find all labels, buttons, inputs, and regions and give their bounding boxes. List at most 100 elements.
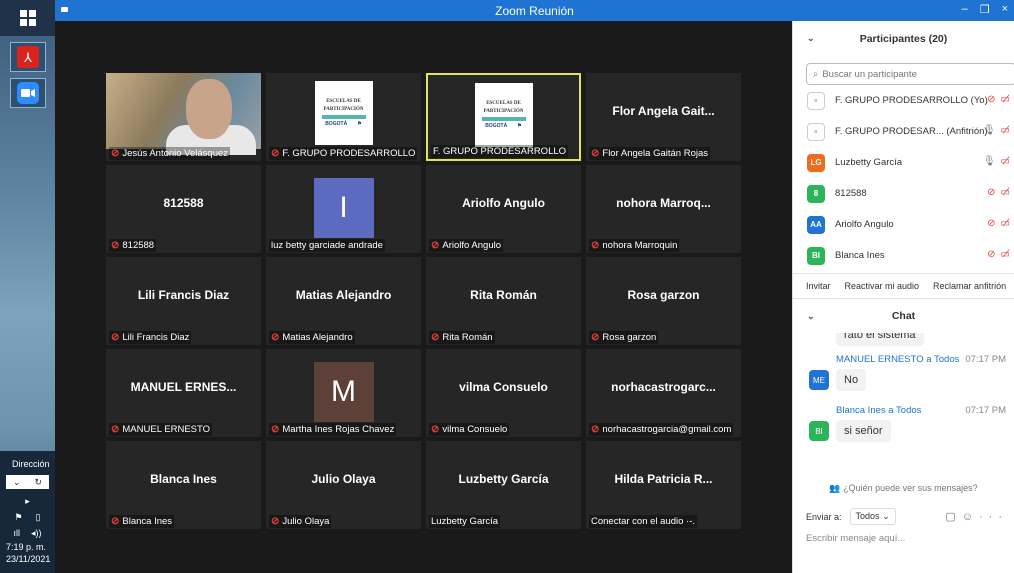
participant-name: Blanca Ines xyxy=(122,516,173,527)
participant-logo: ESCUELAS DE PARTICIPACIÓN BOGOTÁ ⚑ xyxy=(314,81,373,145)
participant-name-label: ⊘ Flor Angela Gaitán Rojas xyxy=(589,147,711,160)
participant-name-label: luz betty garciade andrade xyxy=(269,239,385,252)
participant-tile[interactable]: Julio Olaya ⊘ Julio Olaya xyxy=(266,441,421,529)
send-to-dropdown[interactable]: Todos ⌄ xyxy=(849,508,896,525)
participant-row[interactable]: ≡ F. GRUPO PRODESARROLLO (Yo) ⊘ ▭̸ xyxy=(793,85,1014,116)
send-to-label: Enviar a: xyxy=(806,511,842,522)
participant-tile[interactable]: vilma Consuelo ⊘ vilma Consuelo xyxy=(426,349,581,437)
clock[interactable]: 7:19 p. m. 23/11/2021 xyxy=(0,541,55,565)
flag-icon[interactable]: ⚑ xyxy=(14,512,22,523)
participant-name-label: ⊘ Martha Ines Rojas Chavez xyxy=(269,423,397,436)
zoom-icon xyxy=(16,82,39,104)
claim-host-button[interactable]: Reclamar anfitrión xyxy=(933,281,1006,291)
emoji-icon[interactable]: ☺ xyxy=(962,511,979,523)
chat-compose-input[interactable]: Escribir mensaje aquí... xyxy=(793,525,1014,552)
participant-search-input[interactable]: ⌕ Buscar un participante xyxy=(806,63,1014,85)
participant-tile[interactable]: Rosa garzon ⊘ Rosa garzon xyxy=(586,257,741,345)
taskbar-acrobat-button[interactable]: ⅄ xyxy=(9,42,46,72)
logo-mark: ⚑ xyxy=(357,121,362,127)
participant-name: 812588 xyxy=(122,240,155,251)
participant-row[interactable]: 8 812588 ⊘ ▭̸ xyxy=(793,178,1014,209)
mic-muted-icon[interactable]: ⊘ xyxy=(987,94,995,105)
file-icon[interactable]: ▢ xyxy=(945,511,961,523)
participant-logo: ESCUELAS DE PARTICIPACIÓN BOGOTÁ ⚑ xyxy=(474,83,533,147)
participant-tile[interactable]: ⊘ Jesús Antonio Velásquez xyxy=(106,73,261,161)
participant-tile[interactable]: Ariolfo Angulo ⊘ Ariolfo Angulo xyxy=(426,165,581,253)
who-can-see-link[interactable]: 👥 ¿Quién puede ver sus mensajes? xyxy=(793,483,1014,494)
participant-tile[interactable]: norhacastrogarc... ⊘ norhacastrogarcia@gma… xyxy=(586,349,741,437)
participant-name-label: ⊘ vilma Consuelo xyxy=(429,423,510,436)
invite-button[interactable]: Invitar xyxy=(806,281,831,291)
side-panel: ⌄ Participantes (20) ⌕ Buscar un partici… xyxy=(792,21,1014,573)
microphone-icon[interactable]: 🎙 xyxy=(983,125,996,136)
video-off-icon[interactable]: ▭̸ xyxy=(1001,218,1010,229)
participant-tile[interactable]: Luzbetty García Luzbetty García xyxy=(426,441,581,529)
microphone-icon[interactable]: 🎙 xyxy=(983,156,996,167)
participant-tile[interactable]: Blanca Ines ⊘ Blanca Ines xyxy=(106,441,261,529)
participant-name: Rosa garzon xyxy=(602,332,657,343)
compose-placeholder: Escribir mensaje aquí... xyxy=(806,533,906,544)
mic-muted-icon[interactable]: ⊘ xyxy=(987,249,995,260)
video-face xyxy=(186,79,232,139)
participant-tile[interactable]: ESCUELAS DE PARTICIPACIÓN BOGOTÁ ⚑ ⊘ F. GRUPO… xyxy=(266,73,421,161)
chat-collapse-chevron-icon[interactable]: ⌄ xyxy=(807,311,815,322)
participant-name-label: ⊘ Matias Alejandro xyxy=(269,331,355,344)
participant-name-label: ⊘ 812588 xyxy=(109,239,157,252)
participant-tile[interactable]: Iluz betty garciade andrade xyxy=(266,165,421,253)
participant-row-name: 812588 xyxy=(835,188,867,199)
restore-button[interactable]: ❐ xyxy=(980,3,990,16)
participant-row[interactable]: BI Blanca Ines ⊘ ▭̸ xyxy=(793,240,1014,271)
video-off-icon[interactable]: ▭̸ xyxy=(1001,156,1010,167)
participant-tile[interactable]: 812588 ⊘ 812588 xyxy=(106,165,261,253)
tray-dropdown[interactable]: ⌄ ↻ xyxy=(6,475,49,489)
partial-message-text: rato el sistema xyxy=(836,333,924,346)
video-off-icon[interactable]: ▭̸ xyxy=(1001,94,1010,105)
video-off-icon[interactable]: ▭̸ xyxy=(1001,187,1010,198)
participant-tile[interactable]: Hilda Patricia R... Conectar con el audio… xyxy=(586,441,741,529)
volume-icon[interactable]: ◂)) xyxy=(31,528,42,539)
battery-icon[interactable]: ▯ xyxy=(36,512,41,523)
mic-muted-icon: ⊘ xyxy=(591,148,600,159)
minimize-button[interactable]: – xyxy=(962,3,968,16)
participant-name: Flor Angela Gaitán Rojas xyxy=(602,148,709,159)
participant-name: F. GRUPO PRODESARROLLO xyxy=(433,146,567,157)
participant-avatar: M xyxy=(313,362,374,422)
participant-tile[interactable]: MANUEL ERNES... ⊘ MANUEL ERNESTO xyxy=(106,349,261,437)
message-sender[interactable]: MANUEL ERNESTO a Todos xyxy=(836,354,959,365)
participant-tile[interactable]: M ⊘ Martha Ines Rojas Chavez xyxy=(266,349,421,437)
participant-tile[interactable]: nohora Marroq... ⊘ nohora Marroquin xyxy=(586,165,741,253)
taskbar-zoom-button[interactable] xyxy=(9,78,46,108)
windows-start-button[interactable] xyxy=(0,0,55,36)
more-icon[interactable]: ··· xyxy=(979,511,1008,523)
participant-avatar: ≡ xyxy=(807,91,825,110)
message-sender[interactable]: Blanca Ines a Todos xyxy=(836,405,921,416)
participant-tile[interactable]: Rita Román ⊘ Rita Román xyxy=(426,257,581,345)
tray-expand-icon[interactable]: ▸ xyxy=(25,496,30,507)
participant-name-label: ⊘ Ariolfo Angulo xyxy=(429,239,504,252)
video-off-icon[interactable]: ▭̸ xyxy=(1001,249,1010,260)
participant-row[interactable]: AA Ariolfo Angulo ⊘ ▭̸ xyxy=(793,209,1014,240)
collapse-chevron-icon[interactable]: ⌄ xyxy=(807,33,815,44)
send-to-value: Todos xyxy=(855,511,880,521)
windows-taskbar: ⅄ Dirección ⌄ ↻ ▸ ⚑ ▯ ıll ◂)) 7:19 p. m. 23… xyxy=(0,0,55,573)
mic-muted-icon: ⊘ xyxy=(591,424,600,435)
close-button[interactable]: × xyxy=(1002,3,1008,16)
participant-tile[interactable]: Flor Angela Gait... ⊘ Flor Angela Gaitán R… xyxy=(586,73,741,161)
chat-messages: rato el sistema MANUEL ERNESTO a Todos 07… xyxy=(793,333,1014,473)
participant-row[interactable]: ≡ F. GRUPO PRODESAR... (Anfitrión) 🎙 ▭̸ xyxy=(793,116,1014,147)
windows-logo-icon xyxy=(19,10,36,26)
participant-tile[interactable]: Matias Alejandro ⊘ Matias Alejandro xyxy=(266,257,421,345)
participant-avatar: ≡ xyxy=(807,122,825,141)
participant-tile[interactable]: ESCUELAS DE PARTICIPACIÓN BOGOTÁ ⚑ F. GRUPO … xyxy=(426,73,581,161)
window-menu-icon[interactable] xyxy=(61,7,68,12)
mic-muted-icon[interactable]: ⊘ xyxy=(987,187,995,198)
network-icon[interactable]: ıll xyxy=(13,528,20,538)
participant-avatar: LG xyxy=(807,153,825,172)
unmute-me-button[interactable]: Reactivar mi audio xyxy=(845,281,920,291)
video-off-icon[interactable]: ▭̸ xyxy=(1001,125,1010,136)
participant-row[interactable]: LG Luzbetty García 🎙 ▭̸ xyxy=(793,147,1014,178)
participant-tile[interactable]: Lili Francis Diaz ⊘ Lili Francis Diaz xyxy=(106,257,261,345)
logo-bar xyxy=(481,117,526,121)
participant-avatar: BI xyxy=(807,246,825,265)
mic-muted-icon[interactable]: ⊘ xyxy=(987,218,995,229)
